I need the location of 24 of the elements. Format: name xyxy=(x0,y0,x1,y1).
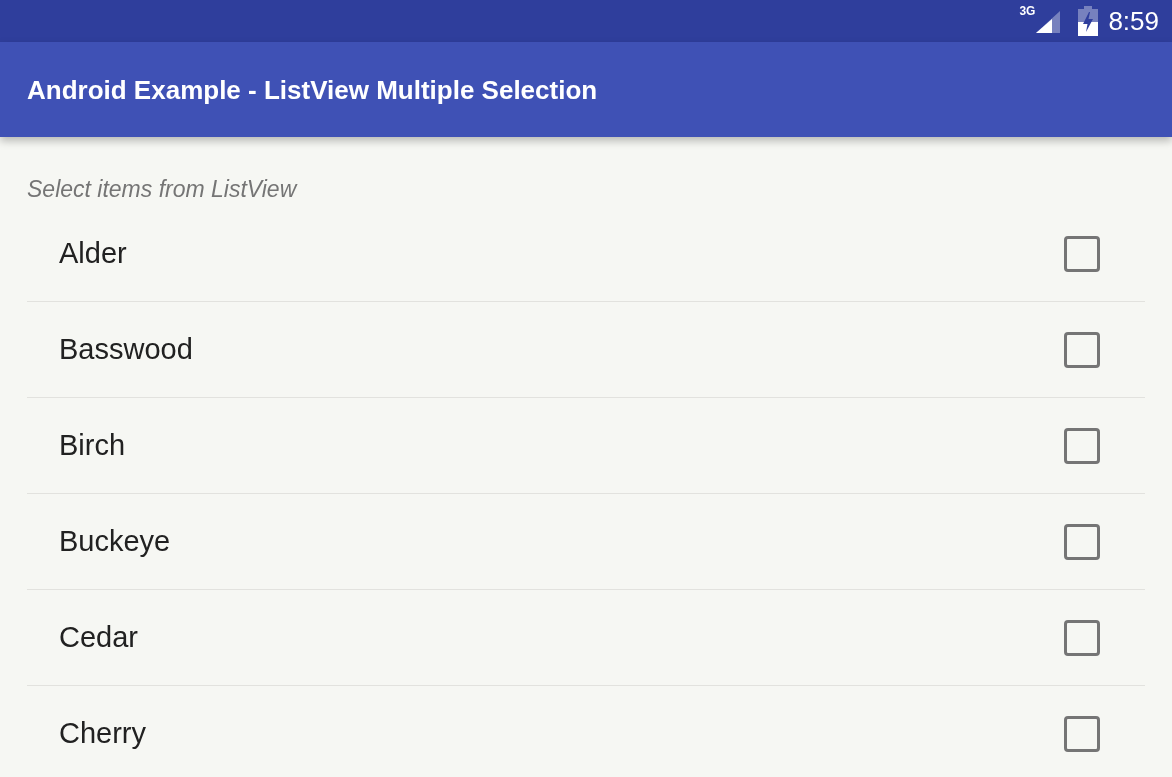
checkbox[interactable] xyxy=(1064,427,1100,464)
app-bar-title: Android Example - ListView Multiple Selection xyxy=(27,76,598,103)
list-item[interactable]: Cherry xyxy=(27,686,1145,777)
list-item[interactable]: Buckeye xyxy=(27,494,1145,590)
list-item-label: Birch xyxy=(59,431,126,460)
checkbox[interactable] xyxy=(1064,331,1100,368)
checkbox[interactable] xyxy=(1064,619,1100,656)
clock-time: 8:59 xyxy=(1108,8,1159,34)
list-item-label: Cedar xyxy=(59,623,138,652)
signal-strength-icon xyxy=(1036,10,1061,33)
checkbox[interactable] xyxy=(1064,715,1100,752)
list-item-label: Cherry xyxy=(59,719,146,748)
list-item[interactable]: Cedar xyxy=(27,590,1145,686)
battery-charging-icon xyxy=(1078,6,1099,36)
list-hint: Select items from ListView xyxy=(27,175,297,204)
list-item-label: Alder xyxy=(59,239,127,268)
list-item-label: Buckeye xyxy=(59,527,171,556)
list-item-label: Basswood xyxy=(59,335,193,364)
list-item[interactable]: Basswood xyxy=(27,302,1145,398)
checkbox[interactable] xyxy=(1064,235,1100,272)
network-type-label: 3G xyxy=(1019,5,1036,17)
list-item[interactable]: Birch xyxy=(27,398,1145,494)
list-item[interactable]: Alder xyxy=(27,206,1145,302)
checkbox[interactable] xyxy=(1064,523,1100,560)
